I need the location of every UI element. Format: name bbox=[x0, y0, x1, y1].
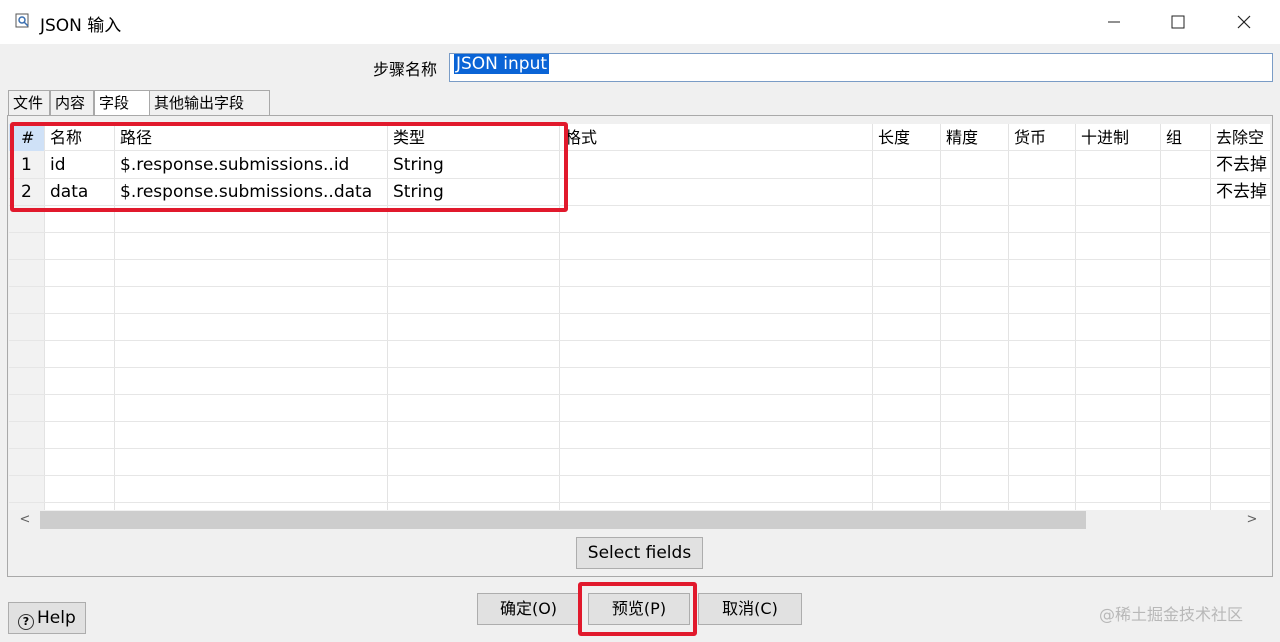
step-name-input[interactable]: JSON input bbox=[449, 53, 1273, 82]
table-row[interactable]: 1 id $.response.submissions..id String 不… bbox=[9, 152, 1270, 179]
cell-trim[interactable]: 不去掉 bbox=[1210, 179, 1270, 206]
row-num: 1 bbox=[21, 155, 32, 175]
app-icon bbox=[15, 13, 29, 28]
select-fields-button[interactable]: Select fields bbox=[576, 537, 703, 569]
maximize-button[interactable] bbox=[1148, 0, 1208, 44]
cell-path[interactable]: $.response.submissions..id bbox=[114, 152, 387, 179]
help-label: Help bbox=[37, 608, 76, 628]
tab-file[interactable]: 文件 bbox=[8, 90, 50, 116]
header-precision[interactable]: 精度 bbox=[940, 124, 1008, 151]
watermark: @稀土掘金技术社区 bbox=[1099, 605, 1244, 624]
title-bar: JSON 输入 bbox=[0, 0, 1280, 44]
header-type[interactable]: 类型 bbox=[387, 124, 559, 151]
header-length[interactable]: 长度 bbox=[872, 124, 940, 151]
scroll-right-icon[interactable]: > bbox=[1242, 511, 1262, 529]
header-group[interactable]: 组 bbox=[1160, 124, 1210, 151]
header-currency[interactable]: 货币 bbox=[1008, 124, 1075, 151]
tab-content[interactable]: 内容 bbox=[50, 90, 94, 116]
step-name-value: JSON input bbox=[454, 54, 550, 74]
cancel-button[interactable]: 取消(C) bbox=[698, 593, 802, 625]
scrollbar-thumb[interactable] bbox=[40, 511, 1086, 529]
cell-type[interactable]: String bbox=[387, 179, 559, 206]
row-num: 2 bbox=[21, 182, 32, 202]
fields-table[interactable]: # 名称 路径 类型 格式 长度 精度 货币 十进制 组 去除空 1 id $.… bbox=[9, 124, 1270, 510]
preview-button[interactable]: 预览(P) bbox=[588, 593, 690, 625]
window-title: JSON 输入 bbox=[40, 16, 122, 36]
cell-type[interactable]: String bbox=[387, 152, 559, 179]
tab-other-output-fields[interactable]: 其他输出字段 bbox=[150, 90, 270, 116]
header-trim[interactable]: 去除空 bbox=[1210, 124, 1270, 151]
close-button[interactable] bbox=[1214, 0, 1274, 44]
help-button[interactable]: ? Help bbox=[8, 602, 86, 634]
header-path[interactable]: 路径 bbox=[114, 124, 387, 151]
maximize-icon bbox=[1171, 15, 1185, 29]
header-format[interactable]: 格式 bbox=[559, 124, 872, 151]
table-header: # 名称 路径 类型 格式 长度 精度 货币 十进制 组 去除空 bbox=[9, 124, 1270, 151]
cell-path[interactable]: $.response.submissions..data bbox=[114, 179, 387, 206]
minimize-button[interactable] bbox=[1084, 0, 1144, 44]
cell-name[interactable]: id bbox=[44, 152, 114, 179]
help-icon: ? bbox=[18, 614, 34, 630]
header-name[interactable]: 名称 bbox=[44, 124, 114, 151]
table-row[interactable]: 2 data $.response.submissions..data Stri… bbox=[9, 179, 1270, 206]
step-name-label: 步骤名称 bbox=[373, 60, 438, 79]
cell-trim[interactable]: 不去掉 bbox=[1210, 152, 1270, 179]
minimize-icon bbox=[1108, 21, 1120, 23]
tab-fields[interactable]: 字段 bbox=[94, 90, 150, 116]
close-icon bbox=[1237, 15, 1251, 29]
horizontal-scrollbar[interactable]: < > bbox=[9, 510, 1270, 530]
ok-button[interactable]: 确定(O) bbox=[477, 593, 580, 625]
scroll-left-icon[interactable]: < bbox=[15, 511, 35, 529]
header-decimal[interactable]: 十进制 bbox=[1075, 124, 1160, 151]
header-num[interactable]: # bbox=[9, 124, 44, 151]
cell-name[interactable]: data bbox=[44, 179, 114, 206]
